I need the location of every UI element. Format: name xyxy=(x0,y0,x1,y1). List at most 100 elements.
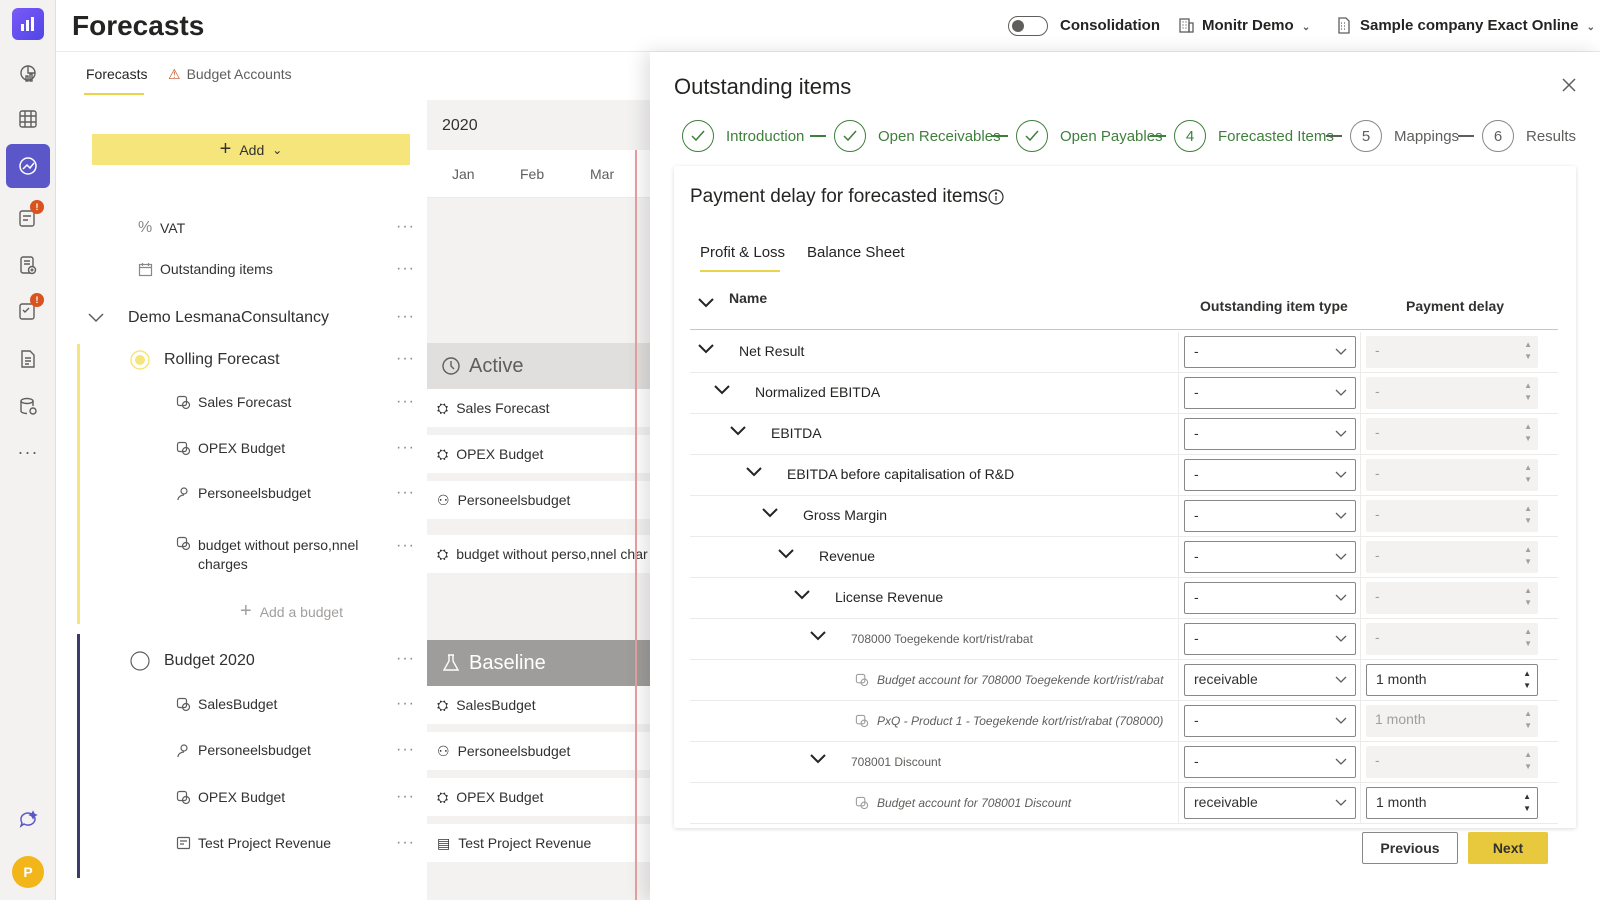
step-open-payables[interactable]: Open Payables xyxy=(1016,120,1163,152)
tree-item-rolling-forecast[interactable]: Rolling Forecast xyxy=(130,350,280,370)
chevron-down-icon[interactable] xyxy=(714,385,730,395)
more-options-icon[interactable]: ··· xyxy=(396,393,415,411)
inactive-radio[interactable] xyxy=(130,651,164,671)
add-button[interactable]: + Add ⌄ xyxy=(92,134,410,165)
more-options-icon[interactable]: ··· xyxy=(396,308,415,326)
payment-delay-input[interactable]: 1 month ▲ ▼ xyxy=(1366,705,1538,737)
spin-buttons[interactable]: ▲ ▼ xyxy=(1524,380,1532,404)
tab-forecasts[interactable]: Forecasts xyxy=(86,66,147,82)
tree-item-sales-forecast[interactable]: Sales Forecast xyxy=(176,394,291,410)
grid-icon[interactable] xyxy=(6,97,50,141)
chevron-down-icon[interactable] xyxy=(810,631,826,641)
timeline-bar[interactable]: ⛭ budget without perso,nnel char xyxy=(427,535,652,573)
tree-item-opex-2020[interactable]: OPEX Budget xyxy=(176,789,285,805)
outstanding-type-select[interactable]: - xyxy=(1184,541,1356,573)
outstanding-type-select[interactable]: - xyxy=(1184,418,1356,450)
edit-sheet-icon[interactable]: ! xyxy=(6,196,50,240)
more-options-icon[interactable]: ··· xyxy=(396,439,415,457)
more-options-icon[interactable]: ··· xyxy=(396,650,415,668)
spin-buttons[interactable]: ▲ ▼ xyxy=(1524,421,1532,445)
chevron-down-icon[interactable] xyxy=(698,344,714,354)
step-introduction[interactable]: Introduction xyxy=(682,120,804,152)
consolidation-toggle[interactable] xyxy=(1008,16,1048,36)
close-icon[interactable] xyxy=(1562,78,1576,92)
checklist-icon[interactable]: ! xyxy=(6,289,50,333)
next-button[interactable]: Next xyxy=(1468,832,1548,864)
payment-delay-input[interactable]: - ▲ ▼ xyxy=(1366,377,1538,409)
database-icon[interactable] xyxy=(6,384,50,428)
info-icon[interactable] xyxy=(988,189,1004,205)
timeline-bar[interactable]: ⛭ Sales Forecast xyxy=(427,389,652,427)
step-forecasted-items[interactable]: 4 Forecasted Items xyxy=(1174,120,1334,152)
outstanding-type-select[interactable]: - xyxy=(1184,377,1356,409)
more-options-icon[interactable]: ··· xyxy=(396,218,415,236)
outstanding-type-select[interactable]: receivable xyxy=(1184,664,1356,696)
payment-delay-input[interactable]: - ▲ ▼ xyxy=(1366,541,1538,573)
tab-balance-sheet[interactable]: Balance Sheet xyxy=(807,244,905,261)
tree-item-personeelsbudget[interactable]: Personeelsbudget xyxy=(176,485,311,501)
payment-delay-input[interactable]: - ▲ ▼ xyxy=(1366,746,1538,778)
more-options-icon[interactable]: ··· xyxy=(396,260,415,278)
timeline-bar[interactable]: ⛭ OPEX Budget xyxy=(427,435,652,473)
step-results[interactable]: 6 Results xyxy=(1482,120,1576,152)
column-header-name[interactable]: Name xyxy=(729,290,767,306)
tab-budget-accounts[interactable]: ⚠ Budget Accounts xyxy=(168,66,292,83)
step-open-receivables[interactable]: Open Receivables xyxy=(834,120,1001,152)
chevron-down-icon[interactable] xyxy=(730,426,746,436)
spin-buttons[interactable]: ▲ ▼ xyxy=(1524,503,1532,527)
tree-item-outstanding[interactable]: Outstanding items xyxy=(138,261,273,277)
chevron-down-icon[interactable] xyxy=(794,590,810,600)
dashboard-icon[interactable] xyxy=(6,51,50,95)
chat-sparkle-icon[interactable] xyxy=(6,798,50,842)
spin-buttons[interactable]: ▲ ▼ xyxy=(1524,339,1532,363)
previous-button[interactable]: Previous xyxy=(1362,832,1458,864)
avatar[interactable]: P xyxy=(12,856,44,888)
outstanding-type-select[interactable]: - xyxy=(1184,705,1356,737)
payment-delay-input[interactable]: - ▲ ▼ xyxy=(1366,500,1538,532)
document-icon[interactable] xyxy=(6,337,50,381)
timeline-bar[interactable]: ⚇ Personeelsbudget xyxy=(427,732,652,770)
spin-buttons[interactable]: ▲ ▼ xyxy=(1524,544,1532,568)
add-budget-link[interactable]: + Add a budget xyxy=(240,600,343,623)
tree-item-salesbudget[interactable]: SalesBudget xyxy=(176,696,277,712)
chevron-down-icon[interactable] xyxy=(762,508,778,518)
spin-buttons[interactable]: ▲ ▼ xyxy=(1524,462,1532,486)
payment-delay-input[interactable]: - ▲ ▼ xyxy=(1366,418,1538,450)
spin-buttons[interactable]: ▲ ▼ xyxy=(1523,791,1531,815)
column-header-delay[interactable]: Payment delay xyxy=(1406,298,1504,314)
more-options-icon[interactable]: ··· xyxy=(396,695,415,713)
more-options-icon[interactable]: ··· xyxy=(396,484,415,502)
company-selector[interactable]: Sample company Exact Online ⌄ xyxy=(1360,17,1595,34)
spin-buttons[interactable]: ▲ ▼ xyxy=(1524,626,1532,650)
tree-group-demo[interactable]: Demo LesmanaConsultancy xyxy=(88,309,329,327)
more-options-icon[interactable]: ··· xyxy=(396,350,415,368)
tree-item-personeelsbudget-2020[interactable]: Personeelsbudget xyxy=(176,742,311,758)
timeline-bar[interactable]: ▤ Test Project Revenue xyxy=(427,824,652,862)
tab-profit-loss[interactable]: Profit & Loss xyxy=(700,244,785,261)
spin-buttons[interactable]: ▲ ▼ xyxy=(1524,749,1532,773)
tree-item-test-project[interactable]: Test Project Revenue xyxy=(176,835,331,851)
more-options-icon[interactable]: ··· xyxy=(396,834,415,852)
forecast-icon[interactable] xyxy=(6,144,50,188)
timeline-bar[interactable]: ⛭ SalesBudget xyxy=(427,686,652,724)
tree-item-budget-2020[interactable]: Budget 2020 xyxy=(130,651,255,671)
more-options-icon[interactable]: ··· xyxy=(396,741,415,759)
payment-delay-input[interactable]: 1 month ▲ ▼ xyxy=(1366,787,1538,819)
chevron-down-icon[interactable] xyxy=(746,467,762,477)
step-mappings[interactable]: 5 Mappings xyxy=(1350,120,1459,152)
payment-delay-input[interactable]: - ▲ ▼ xyxy=(1366,623,1538,655)
payment-delay-input[interactable]: 1 month ▲ ▼ xyxy=(1366,664,1538,696)
more-options-icon[interactable]: ··· xyxy=(396,537,415,555)
outstanding-type-select[interactable]: - xyxy=(1184,623,1356,655)
outstanding-type-select[interactable]: - xyxy=(1184,500,1356,532)
tree-item-opex-budget[interactable]: OPEX Budget xyxy=(176,440,285,456)
spin-buttons[interactable]: ▲ ▼ xyxy=(1524,585,1532,609)
chevron-down-icon[interactable] xyxy=(778,549,794,559)
timeline-bar[interactable]: ⛭ OPEX Budget xyxy=(427,778,652,816)
outstanding-type-select[interactable]: - xyxy=(1184,746,1356,778)
column-header-type[interactable]: Outstanding item type xyxy=(1200,298,1348,314)
spin-buttons[interactable]: ▲ ▼ xyxy=(1523,668,1531,692)
active-radio[interactable] xyxy=(130,350,164,370)
outstanding-type-select[interactable]: receivable xyxy=(1184,787,1356,819)
payment-delay-input[interactable]: - ▲ ▼ xyxy=(1366,336,1538,368)
